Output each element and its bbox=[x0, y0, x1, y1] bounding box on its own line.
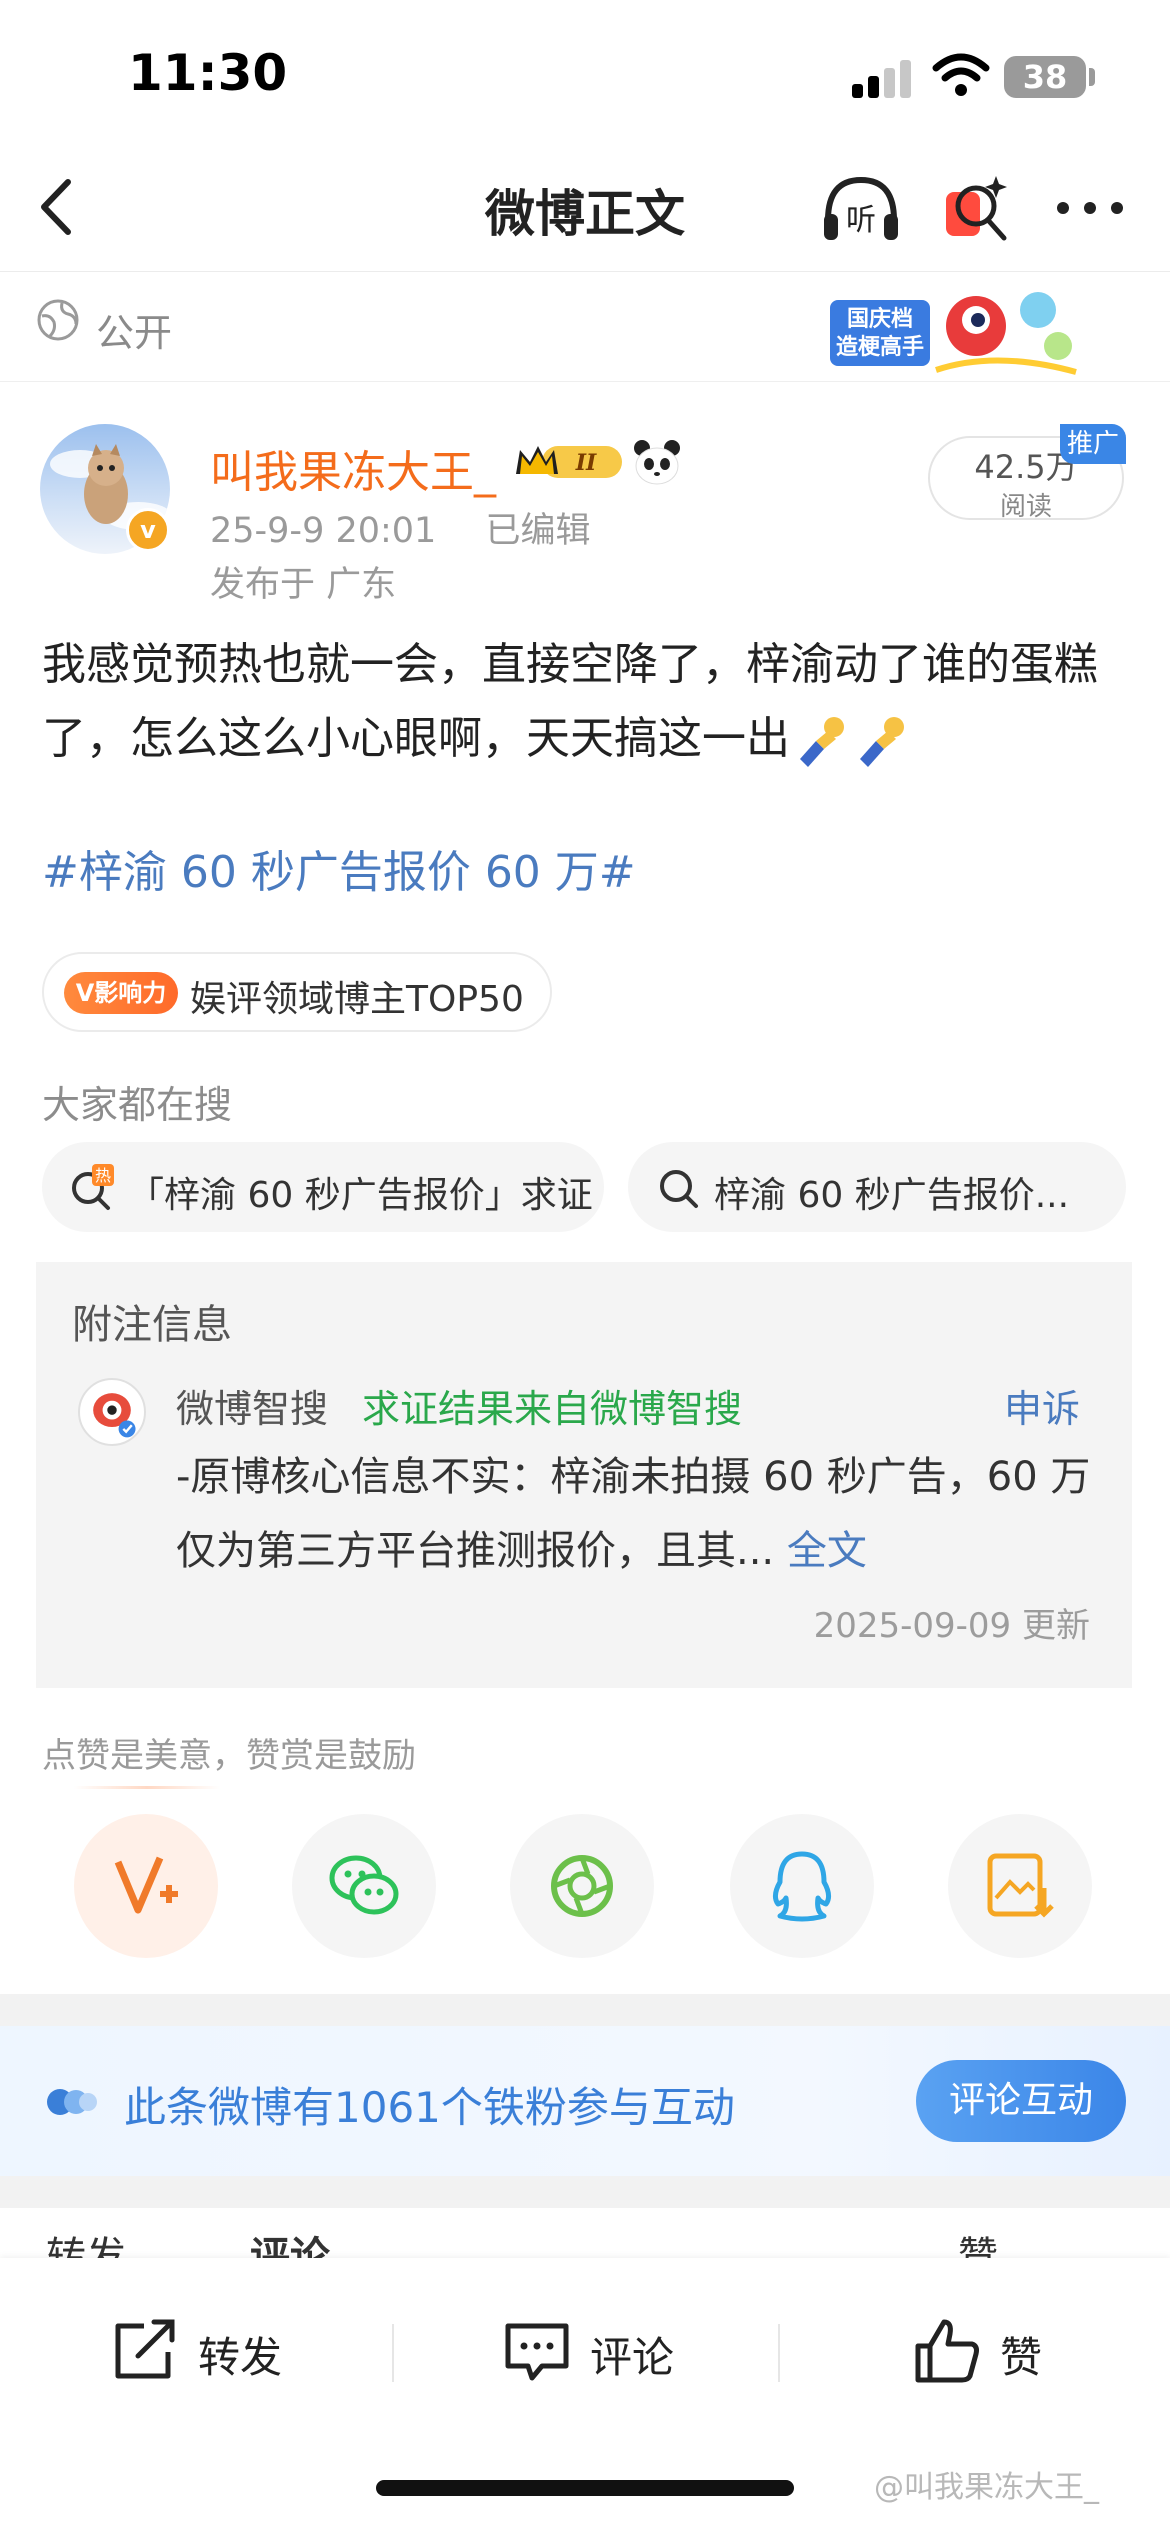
influence-badge[interactable]: V影响力 娱评领域博主TOP50 bbox=[42, 952, 552, 1032]
visibility-label: 公开 bbox=[96, 311, 173, 355]
post-date: 25-9-9 20:01 bbox=[210, 511, 437, 551]
annotation-body: -原博核心信息不实：梓渝未拍摄 60 秒广告，60 万仅为第三方平台推测报价，且… bbox=[176, 1440, 1096, 1588]
watermark: @叫我果冻大王_ bbox=[874, 2470, 1099, 2505]
verified-badge: v bbox=[126, 508, 170, 552]
crown-level-badge-icon: II bbox=[516, 446, 622, 478]
listen-headphones-icon[interactable]: 听 bbox=[820, 170, 902, 248]
status-bar: 11:30 38 bbox=[0, 0, 1170, 150]
hot-search-text: 「梓渝 60 秒广告报价」求证 bbox=[128, 1175, 593, 1216]
search-text: 梓渝 60 秒广告报价... bbox=[714, 1175, 1070, 1216]
like-button[interactable]: 赞 bbox=[912, 2314, 1112, 2394]
v-plus-reward-button[interactable] bbox=[74, 1814, 218, 1958]
promote-tag[interactable]: 推广 bbox=[1060, 424, 1126, 464]
share-qq-button[interactable] bbox=[730, 1814, 874, 1958]
like-label: 赞 bbox=[1000, 2333, 1043, 2382]
forward-icon bbox=[115, 2319, 175, 2379]
promo-banner-line1: 国庆档 bbox=[847, 306, 913, 332]
edited-label[interactable]: 已编辑 bbox=[485, 511, 590, 551]
comment-label: 评论 bbox=[590, 2333, 675, 2382]
influence-tag: V影响力 bbox=[64, 972, 178, 1014]
share-moments-button[interactable] bbox=[510, 1814, 654, 1958]
annotation-title: 附注信息 bbox=[72, 1302, 232, 1348]
signal-icon bbox=[852, 58, 914, 98]
post-location: 发布于 广东 bbox=[210, 565, 397, 605]
read-label: 阅读 bbox=[999, 492, 1052, 522]
weibo-ai-avatar-icon[interactable] bbox=[78, 1378, 146, 1446]
annotation-date: 2025-09-09 更新 bbox=[813, 1606, 1090, 1646]
comment-icon bbox=[505, 2323, 569, 2381]
tab-row-peek: 转发 评论 赞 bbox=[0, 2208, 1170, 2264]
listen-label: 听 bbox=[846, 203, 876, 238]
section-divider bbox=[0, 2176, 1170, 2208]
navigation-bar: 微博正文 听 bbox=[0, 150, 1170, 272]
qq-icon bbox=[772, 1851, 832, 1922]
annotation-box: 附注信息 微博智搜 求证结果来自微博智搜 申诉 -原博核心信息不实：梓渝未拍摄 … bbox=[36, 1262, 1132, 1688]
influence-text: 娱评领域博主TOP50 bbox=[190, 979, 524, 1020]
battery-nub bbox=[1089, 68, 1095, 86]
promo-banner-image[interactable]: 国庆档 造梗高手 bbox=[826, 280, 1086, 380]
globe-icon bbox=[37, 299, 79, 341]
post-text-content: 我感觉预热也就一会，直接空降了，梓渝动了谁的蛋糕了，怎么这么小心眼啊，天天搞这一… bbox=[42, 639, 1098, 764]
promo-banner-line2: 造梗高手 bbox=[836, 334, 924, 360]
post-meta: 25-9-9 20:01 已编辑 bbox=[210, 502, 590, 553]
save-image-icon bbox=[987, 1853, 1054, 1918]
hot-search-title: 大家都在搜 bbox=[42, 1083, 233, 1127]
forward-button[interactable]: 转发 bbox=[110, 2314, 330, 2394]
thumbs-up-icon bbox=[915, 2319, 979, 2383]
v-plus-icon bbox=[114, 1856, 178, 1914]
wifi-icon bbox=[932, 53, 990, 96]
iron-fans-text: 此条微博有1061个铁粉参与互动 bbox=[124, 2083, 735, 2132]
annotation-body-text: -原博核心信息不实：梓渝未拍摄 60 秒广告，60 万仅为第三方平台推测报价，且… bbox=[176, 1454, 1091, 1574]
fans-indicator-icon bbox=[47, 2089, 97, 2115]
comment-button[interactable]: 评论 bbox=[502, 2314, 722, 2394]
hot-search-chip[interactable]: 热 「梓渝 60 秒广告报价」求证 bbox=[42, 1142, 604, 1232]
search-icon bbox=[660, 1170, 698, 1208]
ai-source-name[interactable]: 微博智搜 bbox=[176, 1378, 328, 1433]
like-hint: 点赞是美意，赞赏是鼓励 bbox=[42, 1736, 416, 1776]
search-chip[interactable]: 梓渝 60 秒广告报价... bbox=[628, 1142, 1126, 1232]
toolbar-divider bbox=[778, 2324, 780, 2382]
more-options-icon[interactable] bbox=[1055, 200, 1125, 216]
hint-pointer bbox=[74, 1786, 220, 1789]
panda-icon bbox=[634, 440, 680, 485]
wechat-icon bbox=[329, 1855, 399, 1915]
toolbar-divider bbox=[392, 2324, 394, 2382]
doge-emoji-icon bbox=[800, 717, 844, 767]
crown-level-text: II bbox=[575, 450, 597, 476]
doge-emoji-icon bbox=[860, 717, 904, 767]
hashtag-link[interactable]: #梓渝 60 秒广告报价 60 万# bbox=[42, 836, 636, 900]
ai-source-label: 求证结果来自微博智搜 bbox=[362, 1387, 743, 1431]
section-divider bbox=[0, 1994, 1170, 2026]
visibility-bar: 公开 国庆档 造梗高手 bbox=[0, 272, 1170, 382]
hot-mark: 热 bbox=[95, 1166, 111, 1185]
author-username[interactable]: 叫我果冻大王_ bbox=[210, 436, 496, 500]
moments-icon bbox=[551, 1855, 613, 1917]
ai-search-icon[interactable] bbox=[942, 170, 1012, 246]
forward-label: 转发 bbox=[198, 2333, 283, 2382]
save-image-button[interactable] bbox=[948, 1814, 1092, 1958]
appeal-link[interactable]: 申诉 bbox=[1004, 1378, 1080, 1433]
iron-fans-bar: 此条微博有1061个铁粉参与互动 评论互动 bbox=[0, 2026, 1170, 2176]
comment-interact-button[interactable]: 评论互动 bbox=[916, 2060, 1126, 2142]
status-time: 11:30 bbox=[128, 44, 288, 102]
home-indicator[interactable] bbox=[376, 2480, 794, 2496]
full-text-link[interactable]: 全文 bbox=[787, 1528, 867, 1574]
hot-search-icon: 热 bbox=[72, 1164, 114, 1210]
share-wechat-button[interactable] bbox=[292, 1814, 436, 1958]
post-text: 我感觉预热也就一会，直接空降了，梓渝动了谁的蛋糕了，怎么这么小心眼啊，天天搞这一… bbox=[42, 628, 1132, 776]
battery-indicator: 38 bbox=[1004, 56, 1086, 98]
